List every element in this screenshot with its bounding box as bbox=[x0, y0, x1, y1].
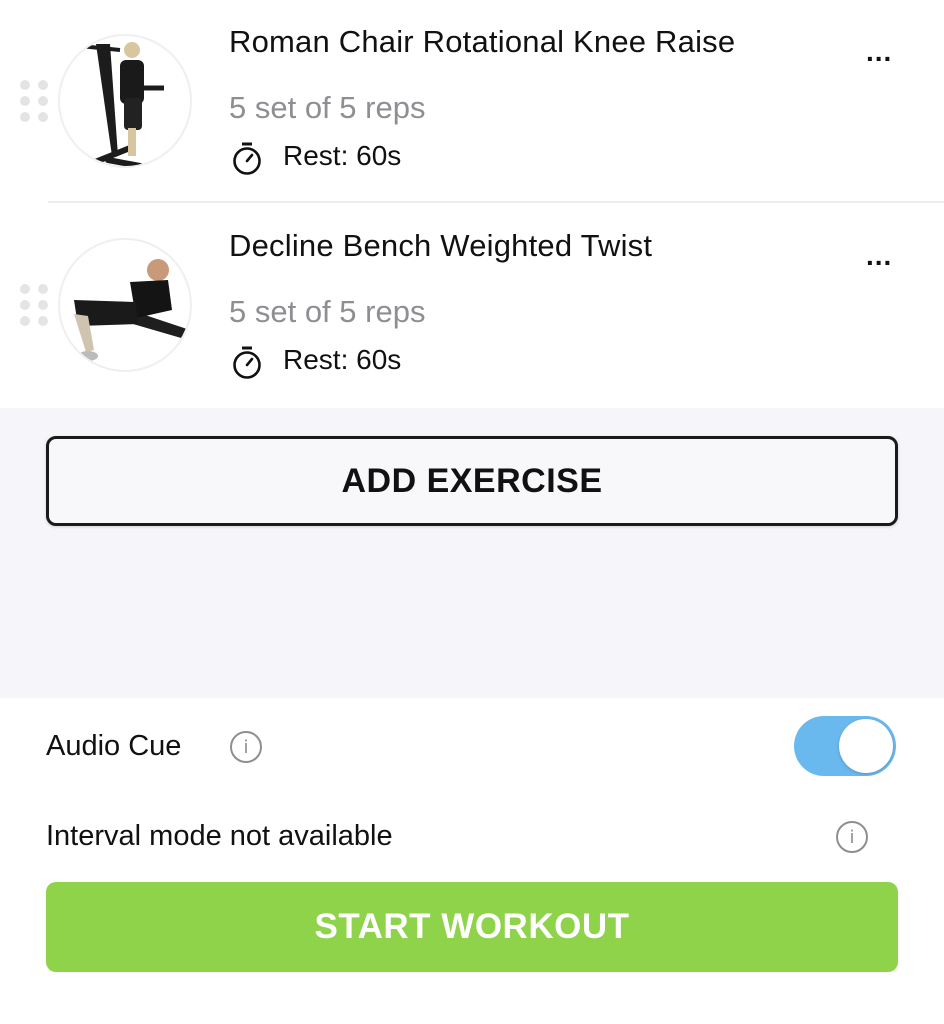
stopwatch-icon bbox=[233, 142, 261, 175]
exercise-sets: 5 set of 5 reps bbox=[229, 90, 426, 125]
exercise-row[interactable]: Decline Bench Weighted Twist 5 set of 5 … bbox=[0, 204, 944, 408]
more-options-button[interactable]: ... bbox=[866, 240, 892, 272]
decline-bench-figure-icon bbox=[74, 259, 190, 361]
toggle-knob bbox=[839, 719, 893, 773]
audio-cue-label: Audio Cue bbox=[46, 730, 182, 762]
exercise-rest: Rest: 60s bbox=[283, 344, 402, 375]
add-exercise-button[interactable]: ADD EXERCISE bbox=[46, 436, 898, 526]
add-exercise-section: ADD EXERCISE bbox=[0, 408, 944, 698]
start-workout-button[interactable]: START WORKOUT bbox=[46, 882, 898, 972]
exercise-sets: 5 set of 5 reps bbox=[229, 294, 426, 329]
workout-settings: Audio Cue i Interval mode not available … bbox=[0, 698, 944, 1024]
exercise-title[interactable]: Roman Chair Rotational Knee Raise bbox=[229, 24, 735, 60]
more-options-button[interactable]: ... bbox=[866, 36, 892, 68]
exercise-thumbnail bbox=[58, 34, 192, 168]
stopwatch-icon bbox=[233, 346, 261, 379]
info-icon[interactable]: i bbox=[836, 821, 868, 853]
roman-chair-figure-icon bbox=[79, 42, 164, 166]
drag-handle-icon[interactable] bbox=[20, 80, 48, 124]
drag-handle-icon[interactable] bbox=[20, 284, 48, 328]
row-divider bbox=[48, 201, 944, 203]
exercise-title[interactable]: Decline Bench Weighted Twist bbox=[229, 228, 652, 264]
exercise-thumbnail bbox=[58, 238, 192, 372]
interval-mode-label: Interval mode not available bbox=[46, 820, 393, 852]
exercise-rest: Rest: 60s bbox=[283, 140, 402, 171]
audio-cue-toggle[interactable] bbox=[794, 716, 896, 776]
info-icon[interactable]: i bbox=[230, 731, 262, 763]
exercise-row[interactable]: Roman Chair Rotational Knee Raise 5 set … bbox=[0, 0, 944, 204]
exercise-list: Roman Chair Rotational Knee Raise 5 set … bbox=[0, 0, 944, 408]
